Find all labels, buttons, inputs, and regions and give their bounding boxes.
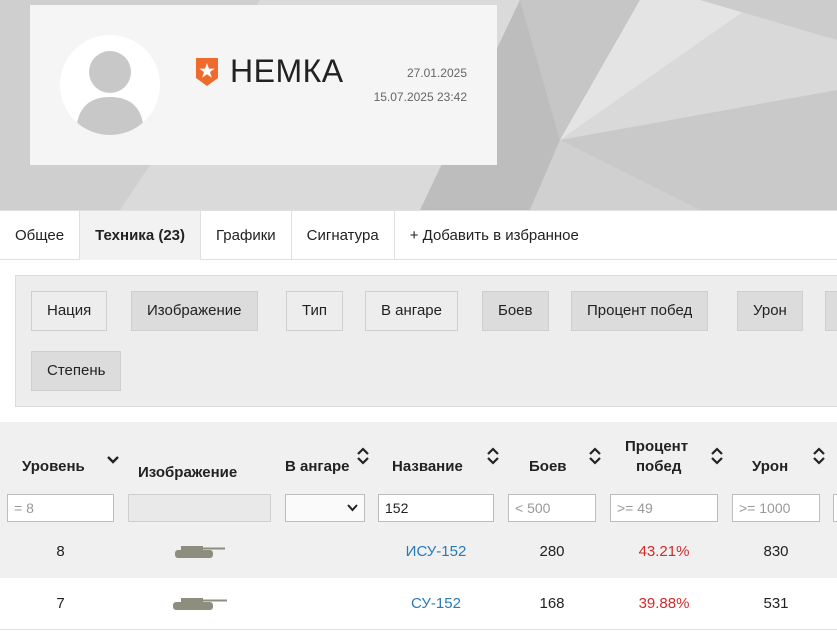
tab-vehicles[interactable]: Техника (23) xyxy=(80,211,202,260)
table-row: 7 СУ-152 168 39.88% 531 xyxy=(0,578,837,630)
sort-both-icon[interactable] xyxy=(589,447,601,465)
toggle-winrate[interactable]: Процент побед xyxy=(571,291,709,331)
battles-filter-input[interactable] xyxy=(508,494,596,522)
tab-general[interactable]: Общее xyxy=(0,211,81,260)
last-battle-date: 15.07.2025 23:42 xyxy=(373,90,467,104)
vehicles-table-header: Уровень Изображение В ангаре Название Бо… xyxy=(0,422,837,530)
header-winrate-line1[interactable]: Процент xyxy=(625,438,688,455)
toggle-type[interactable]: Тип xyxy=(286,291,344,331)
next-column-filter-input[interactable] xyxy=(833,494,837,522)
vehicle-name-link[interactable]: СУ-152 xyxy=(378,578,494,630)
tank-image-icon xyxy=(173,598,227,610)
tank-image-icon xyxy=(175,546,225,558)
cell-damage: 531 xyxy=(763,595,789,612)
sort-both-icon[interactable] xyxy=(357,447,369,465)
tab-charts[interactable]: Графики xyxy=(201,211,292,260)
toggle-in-hangar[interactable]: В ангаре xyxy=(365,291,458,331)
header-image: Изображение xyxy=(138,464,238,481)
in-hangar-filter-select[interactable] xyxy=(285,494,365,522)
toggle-more[interactable] xyxy=(825,291,837,331)
profile-card: НЕМКА 27.01.2025 15.07.2025 23:42 xyxy=(30,5,497,165)
winrate-filter-input[interactable] xyxy=(610,494,718,522)
cell-level: 7 xyxy=(56,595,65,612)
chevron-down-icon xyxy=(347,504,358,512)
header-winrate-line2[interactable]: побед xyxy=(636,458,681,475)
cell-winrate: 39.88% xyxy=(638,595,690,612)
sort-both-icon[interactable] xyxy=(813,447,825,465)
cell-damage: 830 xyxy=(763,543,789,560)
user-avatar-icon xyxy=(60,35,160,135)
damage-filter-input[interactable] xyxy=(732,494,820,522)
image-filter-input xyxy=(128,494,271,522)
header-level[interactable]: Уровень xyxy=(22,458,85,475)
cell-battles: 280 xyxy=(539,543,565,560)
cell-winrate: 43.21% xyxy=(638,543,690,560)
player-nickname: НЕМКА xyxy=(230,53,344,89)
header-battles[interactable]: Боев xyxy=(529,458,567,475)
toggle-damage[interactable]: Урон xyxy=(737,291,803,331)
clan-rank-star-icon xyxy=(196,57,218,86)
sort-both-icon[interactable] xyxy=(487,447,499,465)
level-filter-input[interactable] xyxy=(7,494,114,522)
add-to-favorites-link[interactable]: + Добавить в избранное xyxy=(395,211,594,260)
header-name[interactable]: Название xyxy=(392,458,463,475)
table-row: 8 ИСУ-152 280 43.21% 830 xyxy=(0,526,837,578)
tab-signature[interactable]: Сигнатура xyxy=(292,211,395,260)
profile-tabs: Общее Техника (23) Графики Сигнатура + Д… xyxy=(0,210,837,260)
toggle-battles[interactable]: Боев xyxy=(482,291,549,331)
vehicle-name-link[interactable]: ИСУ-152 xyxy=(378,526,494,578)
header-in-hangar[interactable]: В ангаре xyxy=(285,458,350,475)
cell-level: 8 xyxy=(56,543,65,560)
profile-banner: НЕМКА 27.01.2025 15.07.2025 23:42 xyxy=(0,0,837,210)
column-toggles-panel: Нация Изображение Тип В ангаре Боев Проц… xyxy=(15,275,837,407)
name-filter-input[interactable] xyxy=(378,494,494,522)
registration-date: 27.01.2025 xyxy=(406,66,467,80)
toggle-mastery[interactable]: Степень xyxy=(31,351,122,391)
cell-battles: 168 xyxy=(539,595,565,612)
header-damage[interactable]: Урон xyxy=(752,458,788,475)
sort-both-icon[interactable] xyxy=(711,447,723,465)
toggle-nation[interactable]: Нация xyxy=(31,291,108,331)
toggle-image[interactable]: Изображение xyxy=(131,291,258,331)
sort-desc-icon[interactable] xyxy=(107,450,119,468)
